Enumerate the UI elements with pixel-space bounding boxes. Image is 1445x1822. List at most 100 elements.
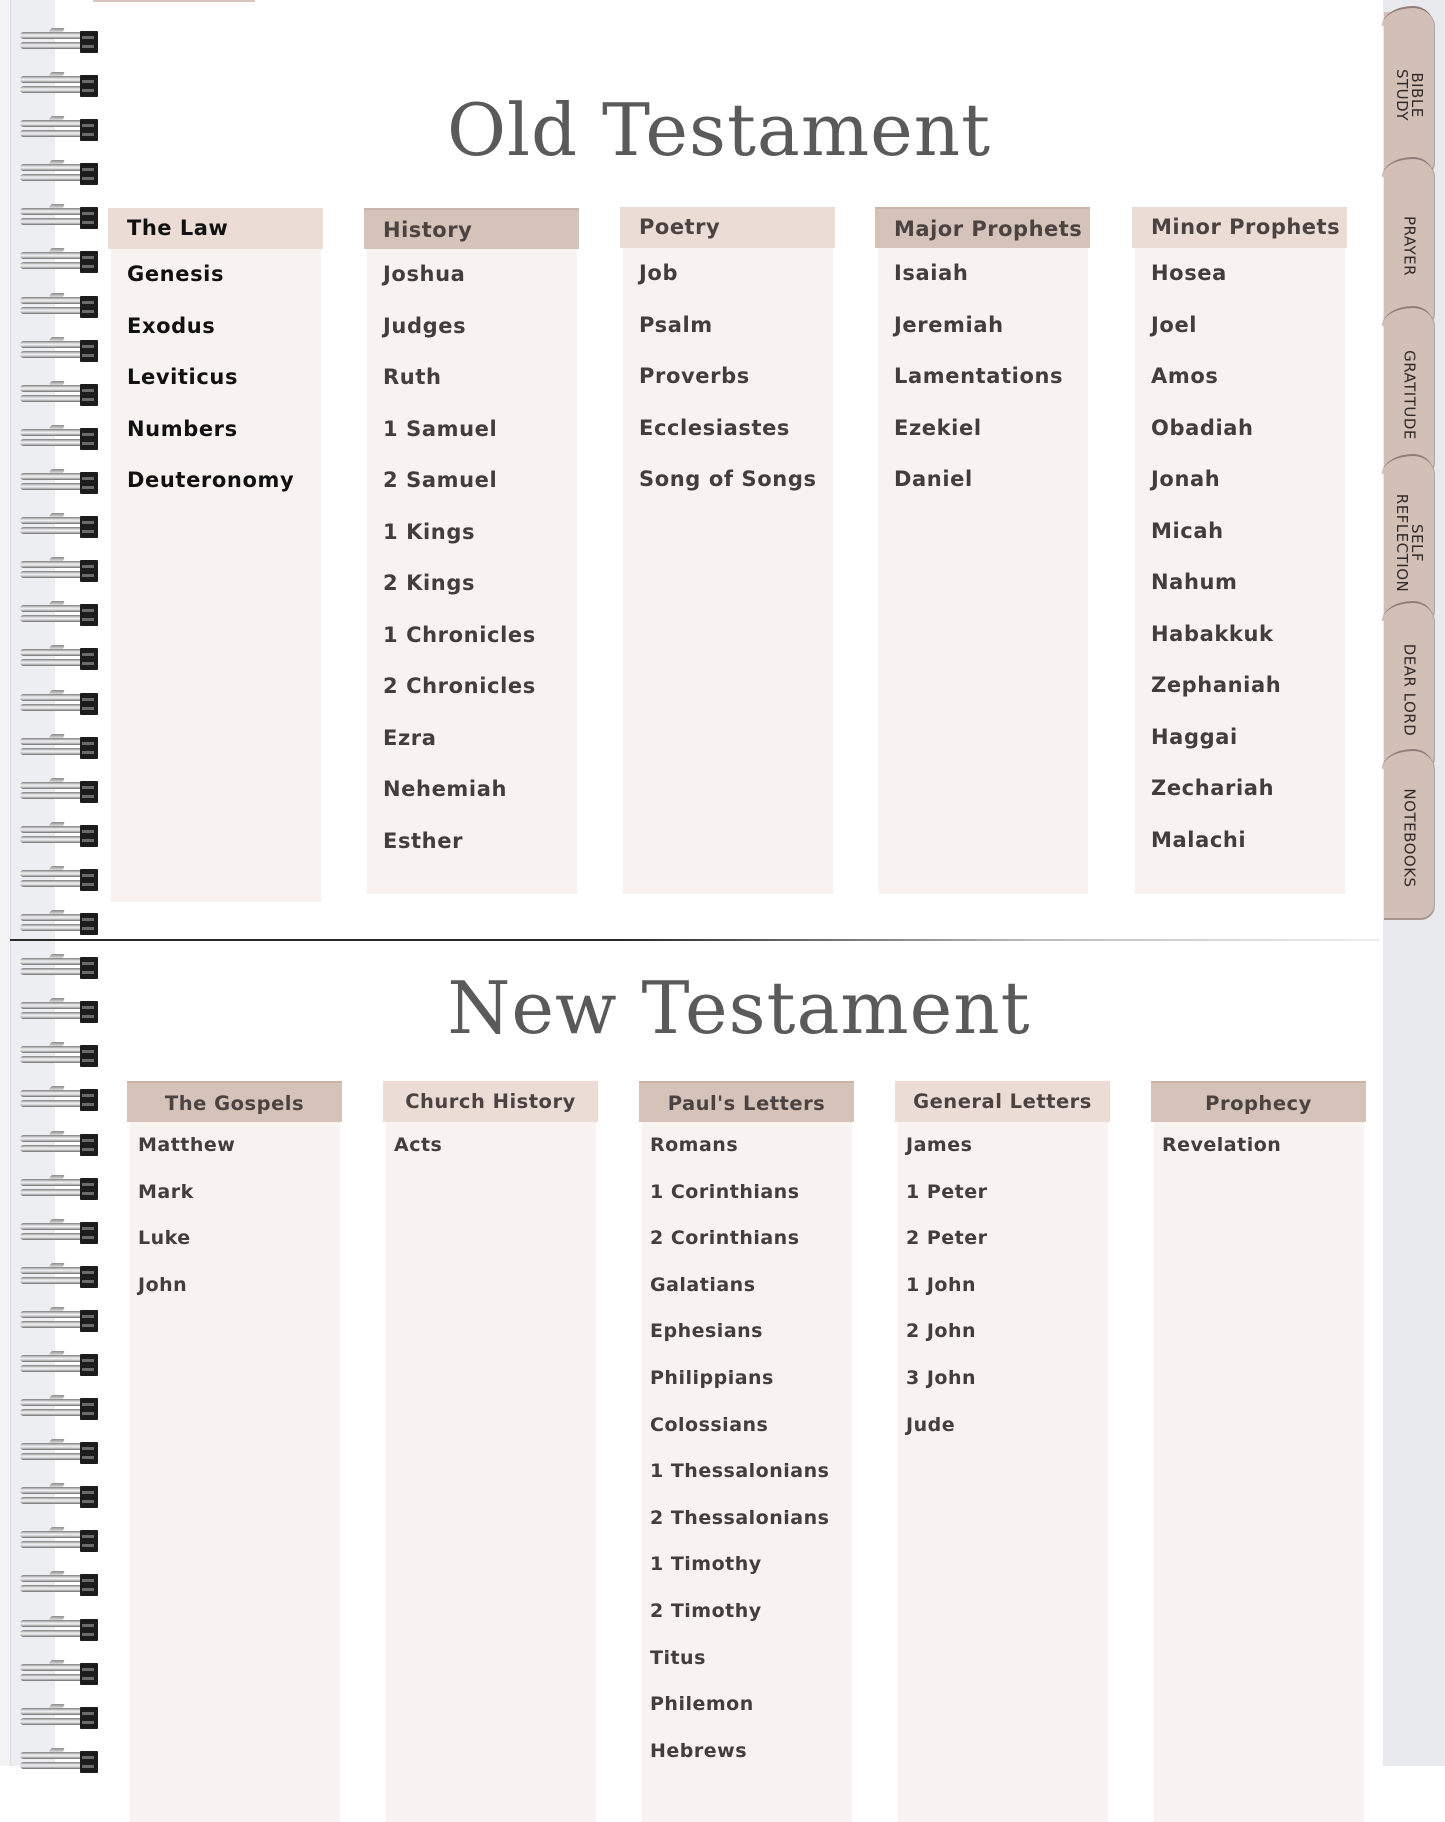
book-item[interactable]: Joel <box>1135 300 1345 352</box>
book-item[interactable]: 2 John <box>898 1308 1108 1355</box>
tab-notebooks[interactable]: NOTEBOOKS <box>1382 749 1435 920</box>
book-item[interactable]: Joshua <box>367 249 577 301</box>
book-item[interactable]: Leviticus <box>111 352 321 404</box>
book-item[interactable]: Jonah <box>1135 454 1345 506</box>
spiral-ring-icon <box>18 866 102 892</box>
spiral-ring-icon <box>18 1263 102 1289</box>
column-prophecy: Prophecy Revelation <box>1151 1081 1366 1822</box>
book-item[interactable]: Revelation <box>1154 1122 1364 1169</box>
book-item[interactable]: Titus <box>642 1635 852 1682</box>
book-item[interactable]: Deuteronomy <box>111 455 321 507</box>
book-item[interactable]: Jude <box>898 1402 1108 1449</box>
book-item[interactable]: Philemon <box>642 1681 852 1728</box>
book-item[interactable]: Acts <box>386 1122 596 1169</box>
book-item[interactable]: 1 Kings <box>367 507 577 559</box>
book-item[interactable]: Exodus <box>111 301 321 353</box>
book-item[interactable]: 2 Kings <box>367 558 577 610</box>
book-item[interactable]: 1 Peter <box>898 1169 1108 1216</box>
book-item[interactable]: Psalm <box>623 300 833 352</box>
book-item[interactable]: John <box>130 1262 340 1309</box>
book-item[interactable]: 2 Timothy <box>642 1588 852 1635</box>
book-item[interactable]: Ruth <box>367 352 577 404</box>
book-item[interactable]: Zechariah <box>1135 763 1345 815</box>
book-item[interactable]: Amos <box>1135 351 1345 403</box>
spiral-ring-icon <box>18 1086 102 1112</box>
book-item[interactable]: Genesis <box>111 249 321 301</box>
tab-label: BIBLE STUDY <box>1393 68 1426 121</box>
book-item[interactable]: 1 Timothy <box>642 1541 852 1588</box>
spiral-ring-icon <box>18 1616 102 1642</box>
book-item[interactable]: Nehemiah <box>367 764 577 816</box>
book-item[interactable]: 1 Chronicles <box>367 610 577 662</box>
book-item[interactable]: 2 Chronicles <box>367 661 577 713</box>
tab-dear-lord[interactable]: DEAR LORD <box>1382 601 1435 772</box>
book-item[interactable]: Colossians <box>642 1402 852 1449</box>
book-item[interactable]: 1 Thessalonians <box>642 1448 852 1495</box>
spiral-ring-icon <box>18 557 102 583</box>
book-item[interactable]: Hebrews <box>642 1728 852 1775</box>
book-item[interactable]: Ezra <box>367 713 577 765</box>
spiral-ring-icon <box>18 1704 102 1730</box>
book-item[interactable]: Hosea <box>1135 248 1345 300</box>
book-item[interactable]: Romans <box>642 1122 852 1169</box>
book-item[interactable]: Daniel <box>878 454 1088 506</box>
book-item[interactable]: 2 Corinthians <box>642 1215 852 1262</box>
book-list: Joshua Judges Ruth 1 Samuel 2 Samuel 1 Kings 2… <box>367 249 577 894</box>
column-the-gospels: The Gospels Matthew Mark Luke John <box>127 1081 342 1822</box>
column-header: Paul's Letters <box>639 1081 854 1122</box>
book-item[interactable]: Mark <box>130 1169 340 1216</box>
book-item[interactable]: Judges <box>367 301 577 353</box>
book-item[interactable]: Nahum <box>1135 557 1345 609</box>
tab-gratitude[interactable]: GRATITUDE <box>1382 306 1435 477</box>
book-item[interactable]: Ezekiel <box>878 403 1088 455</box>
book-item[interactable]: Galatians <box>642 1262 852 1309</box>
book-item[interactable]: Ecclesiastes <box>623 403 833 455</box>
book-item[interactable]: 2 Samuel <box>367 455 577 507</box>
book-item[interactable]: Philippians <box>642 1355 852 1402</box>
column-poetry: Poetry Job Psalm Proverbs Ecclesiastes Song … <box>620 207 835 894</box>
book-item[interactable]: Lamentations <box>878 351 1088 403</box>
book-list: Romans 1 Corinthians 2 Corinthians Galatian… <box>642 1122 852 1822</box>
book-item[interactable]: 2 Peter <box>898 1215 1108 1262</box>
book-item[interactable]: 1 Samuel <box>367 404 577 456</box>
tab-bible-study[interactable]: BIBLE STUDY <box>1382 6 1435 177</box>
book-item[interactable]: Micah <box>1135 506 1345 558</box>
spiral-ring-icon <box>18 1571 102 1597</box>
spiral-ring-icon <box>18 645 102 671</box>
tab-label: NOTEBOOKS <box>1400 787 1419 888</box>
spiral-ring-icon <box>18 337 102 363</box>
book-item[interactable]: Job <box>623 248 833 300</box>
book-item[interactable]: Proverbs <box>623 351 833 403</box>
column-header: The Gospels <box>127 1081 342 1122</box>
spiral-ring-icon <box>18 28 102 54</box>
spiral-ring-icon <box>18 469 102 495</box>
book-item[interactable]: Malachi <box>1135 815 1345 867</box>
book-item[interactable]: 2 Thessalonians <box>642 1495 852 1542</box>
column-pauls-letters: Paul's Letters Romans 1 Corinthians 2 Cori… <box>639 1081 854 1822</box>
column-header: Major Prophets <box>875 207 1090 248</box>
book-list: Revelation <box>1154 1122 1364 1822</box>
column-header: Minor Prophets <box>1132 207 1347 248</box>
book-item[interactable]: Isaiah <box>878 248 1088 300</box>
book-item[interactable]: Obadiah <box>1135 403 1345 455</box>
spiral-ring-icon <box>18 1131 102 1157</box>
column-header: History <box>364 208 579 249</box>
book-item[interactable]: Ephesians <box>642 1308 852 1355</box>
book-item[interactable]: Esther <box>367 816 577 868</box>
book-item[interactable]: Habakkuk <box>1135 609 1345 661</box>
book-item[interactable]: Luke <box>130 1215 340 1262</box>
book-item[interactable]: Jeremiah <box>878 300 1088 352</box>
book-item[interactable]: Haggai <box>1135 712 1345 764</box>
spiral-ring-icon <box>18 248 102 274</box>
book-item[interactable]: Matthew <box>130 1122 340 1169</box>
book-item[interactable]: 1 Corinthians <box>642 1169 852 1216</box>
column-header: Church History <box>383 1081 598 1122</box>
book-item[interactable]: James <box>898 1122 1108 1169</box>
tab-prayer[interactable]: PRAYER <box>1382 157 1435 328</box>
book-item[interactable]: Zephaniah <box>1135 660 1345 712</box>
column-general-letters: General Letters James 1 Peter 2 Peter 1 Joh… <box>895 1081 1110 1822</box>
book-item[interactable]: 3 John <box>898 1355 1108 1402</box>
book-item[interactable]: 1 John <box>898 1262 1108 1309</box>
book-item[interactable]: Numbers <box>111 404 321 456</box>
book-item[interactable]: Song of Songs <box>623 454 833 506</box>
